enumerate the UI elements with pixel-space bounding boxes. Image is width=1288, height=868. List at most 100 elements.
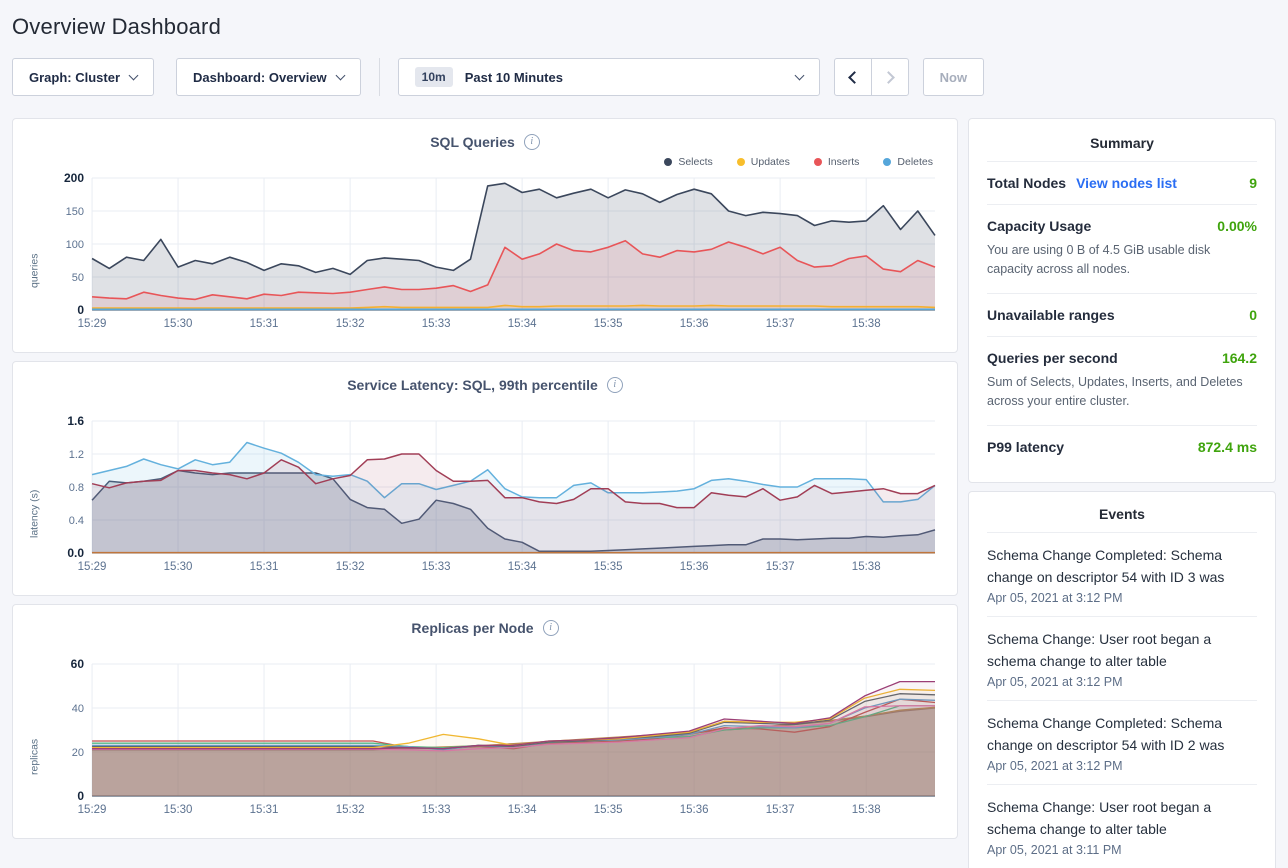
charts-column: SQL Queries i Selects Updates Inserts [12, 118, 958, 839]
replicas-per-node-chart[interactable]: 15:2915:3015:3115:3215:3315:3415:3515:36… [42, 655, 943, 832]
event-list-item: Schema Change: User root began a schema … [987, 616, 1257, 700]
svg-text:15:34: 15:34 [508, 561, 537, 573]
legend-item-updates[interactable]: Updates [737, 154, 790, 169]
event-timestamp: Apr 05, 2021 at 3:12 PM [987, 675, 1257, 689]
summary-title: Summary [987, 135, 1257, 161]
events-panel: Events Schema Change Completed: Schema c… [968, 491, 1276, 868]
time-range-dropdown[interactable]: 10m Past 10 Minutes [398, 58, 820, 96]
service-latency-chart[interactable]: 15:2915:3015:3115:3215:3315:3415:3515:36… [42, 412, 943, 589]
info-icon[interactable]: i [607, 377, 623, 393]
legend-item-selects[interactable]: Selects [664, 154, 712, 169]
chevron-right-icon [882, 71, 895, 84]
svg-text:50: 50 [72, 272, 84, 284]
y-axis-label: latency (s) [27, 412, 42, 589]
svg-text:15:32: 15:32 [336, 318, 365, 330]
sidebar: Summary Total Nodes View nodes list 9 Ca… [968, 118, 1276, 868]
event-text: Schema Change Completed: Schema change o… [987, 544, 1257, 588]
chart-legend: Selects Updates Inserts Deletes [27, 154, 933, 169]
legend-dot [664, 158, 672, 166]
time-forward-button[interactable] [871, 58, 909, 96]
dashboard-dropdown-label: Dashboard: Overview [193, 70, 327, 85]
info-icon[interactable]: i [543, 620, 559, 636]
svg-text:15:31: 15:31 [250, 804, 279, 816]
event-text: Schema Change Completed: Schema change o… [987, 712, 1257, 756]
svg-text:15:34: 15:34 [508, 318, 537, 330]
replicas-per-node-panel: Replicas per Node i replicas 15:2915:301… [12, 604, 958, 839]
summary-row-capacity-usage: Capacity Usage 0.00% You are using 0 B o… [987, 204, 1257, 293]
svg-text:15:34: 15:34 [508, 804, 537, 816]
summary-label: Capacity Usage [987, 218, 1091, 234]
summary-value: 872.4 ms [1198, 439, 1257, 455]
legend-dot [737, 158, 745, 166]
legend-dot [814, 158, 822, 166]
svg-text:0: 0 [77, 789, 84, 803]
time-step-buttons [834, 58, 909, 96]
svg-text:15:29: 15:29 [78, 561, 107, 573]
time-range-label: Past 10 Minutes [465, 70, 563, 85]
svg-text:15:38: 15:38 [852, 318, 881, 330]
events-title: Events [987, 506, 1257, 532]
svg-text:15:31: 15:31 [250, 318, 279, 330]
service-latency-panel: Service Latency: SQL, 99th percentile i … [12, 361, 958, 596]
svg-text:15:37: 15:37 [766, 804, 795, 816]
y-axis-label: queries [27, 169, 42, 346]
summary-value: 0 [1249, 307, 1257, 323]
svg-text:15:36: 15:36 [680, 318, 709, 330]
y-axis-label: replicas [27, 655, 42, 832]
svg-text:15:31: 15:31 [250, 561, 279, 573]
svg-text:15:32: 15:32 [336, 804, 365, 816]
event-text: Schema Change: User root began a schema … [987, 796, 1257, 840]
svg-text:15:33: 15:33 [422, 561, 451, 573]
overview-dashboard-page: Overview Dashboard Graph: Cluster Dashbo… [0, 0, 1288, 868]
toolbar-divider [379, 58, 380, 96]
svg-text:15:35: 15:35 [594, 318, 623, 330]
chart-title: Replicas per Node [411, 620, 533, 636]
svg-text:0.8: 0.8 [69, 482, 84, 494]
svg-text:15:33: 15:33 [422, 804, 451, 816]
page-title: Overview Dashboard [12, 0, 1276, 58]
graph-dropdown[interactable]: Graph: Cluster [12, 58, 154, 96]
time-badge: 10m [415, 67, 453, 87]
toolbar: Graph: Cluster Dashboard: Overview 10m P… [12, 58, 1276, 96]
summary-row-unavailable-ranges: Unavailable ranges 0 [987, 293, 1257, 336]
svg-text:1.6: 1.6 [67, 414, 84, 428]
summary-value: 164.2 [1222, 350, 1257, 366]
svg-text:20: 20 [72, 747, 84, 759]
summary-value: 0.00% [1217, 218, 1257, 234]
event-list-item: Schema Change: User root began a schema … [987, 784, 1257, 868]
svg-text:15:36: 15:36 [680, 561, 709, 573]
event-timestamp: Apr 05, 2021 at 3:12 PM [987, 591, 1257, 605]
event-text: Schema Change: User root began a schema … [987, 628, 1257, 672]
info-icon[interactable]: i [524, 134, 540, 150]
svg-text:15:37: 15:37 [766, 318, 795, 330]
svg-text:200: 200 [64, 171, 84, 185]
chevron-left-icon [848, 71, 861, 84]
dashboard-dropdown[interactable]: Dashboard: Overview [176, 58, 361, 96]
sql-queries-chart[interactable]: 15:2915:3015:3115:3215:3315:3415:3515:36… [42, 169, 943, 346]
svg-text:0: 0 [77, 303, 84, 317]
svg-text:15:35: 15:35 [594, 561, 623, 573]
svg-text:0.4: 0.4 [69, 515, 84, 527]
legend-item-inserts[interactable]: Inserts [814, 154, 860, 169]
svg-text:15:38: 15:38 [852, 561, 881, 573]
event-timestamp: Apr 05, 2021 at 3:12 PM [987, 759, 1257, 773]
event-timestamp: Apr 05, 2021 at 3:11 PM [987, 843, 1257, 857]
time-back-button[interactable] [834, 58, 872, 96]
svg-text:100: 100 [66, 239, 84, 251]
sql-queries-panel: SQL Queries i Selects Updates Inserts [12, 118, 958, 353]
summary-label: Total Nodes [987, 175, 1066, 191]
legend-item-deletes[interactable]: Deletes [883, 154, 933, 169]
svg-text:0.0: 0.0 [67, 546, 84, 560]
svg-text:15:37: 15:37 [766, 561, 795, 573]
summary-label: Queries per second [987, 350, 1118, 366]
svg-text:15:30: 15:30 [164, 318, 193, 330]
svg-text:15:35: 15:35 [594, 804, 623, 816]
now-button[interactable]: Now [923, 58, 984, 96]
view-nodes-list-link[interactable]: View nodes list [1076, 175, 1177, 191]
svg-text:40: 40 [72, 703, 84, 715]
summary-value: 9 [1249, 175, 1257, 191]
summary-panel: Summary Total Nodes View nodes list 9 Ca… [968, 118, 1276, 483]
summary-label: P99 latency [987, 439, 1064, 455]
summary-row-p99-latency: P99 latency 872.4 ms [987, 425, 1257, 468]
summary-description: You are using 0 B of 4.5 GiB usable disk… [987, 241, 1257, 280]
